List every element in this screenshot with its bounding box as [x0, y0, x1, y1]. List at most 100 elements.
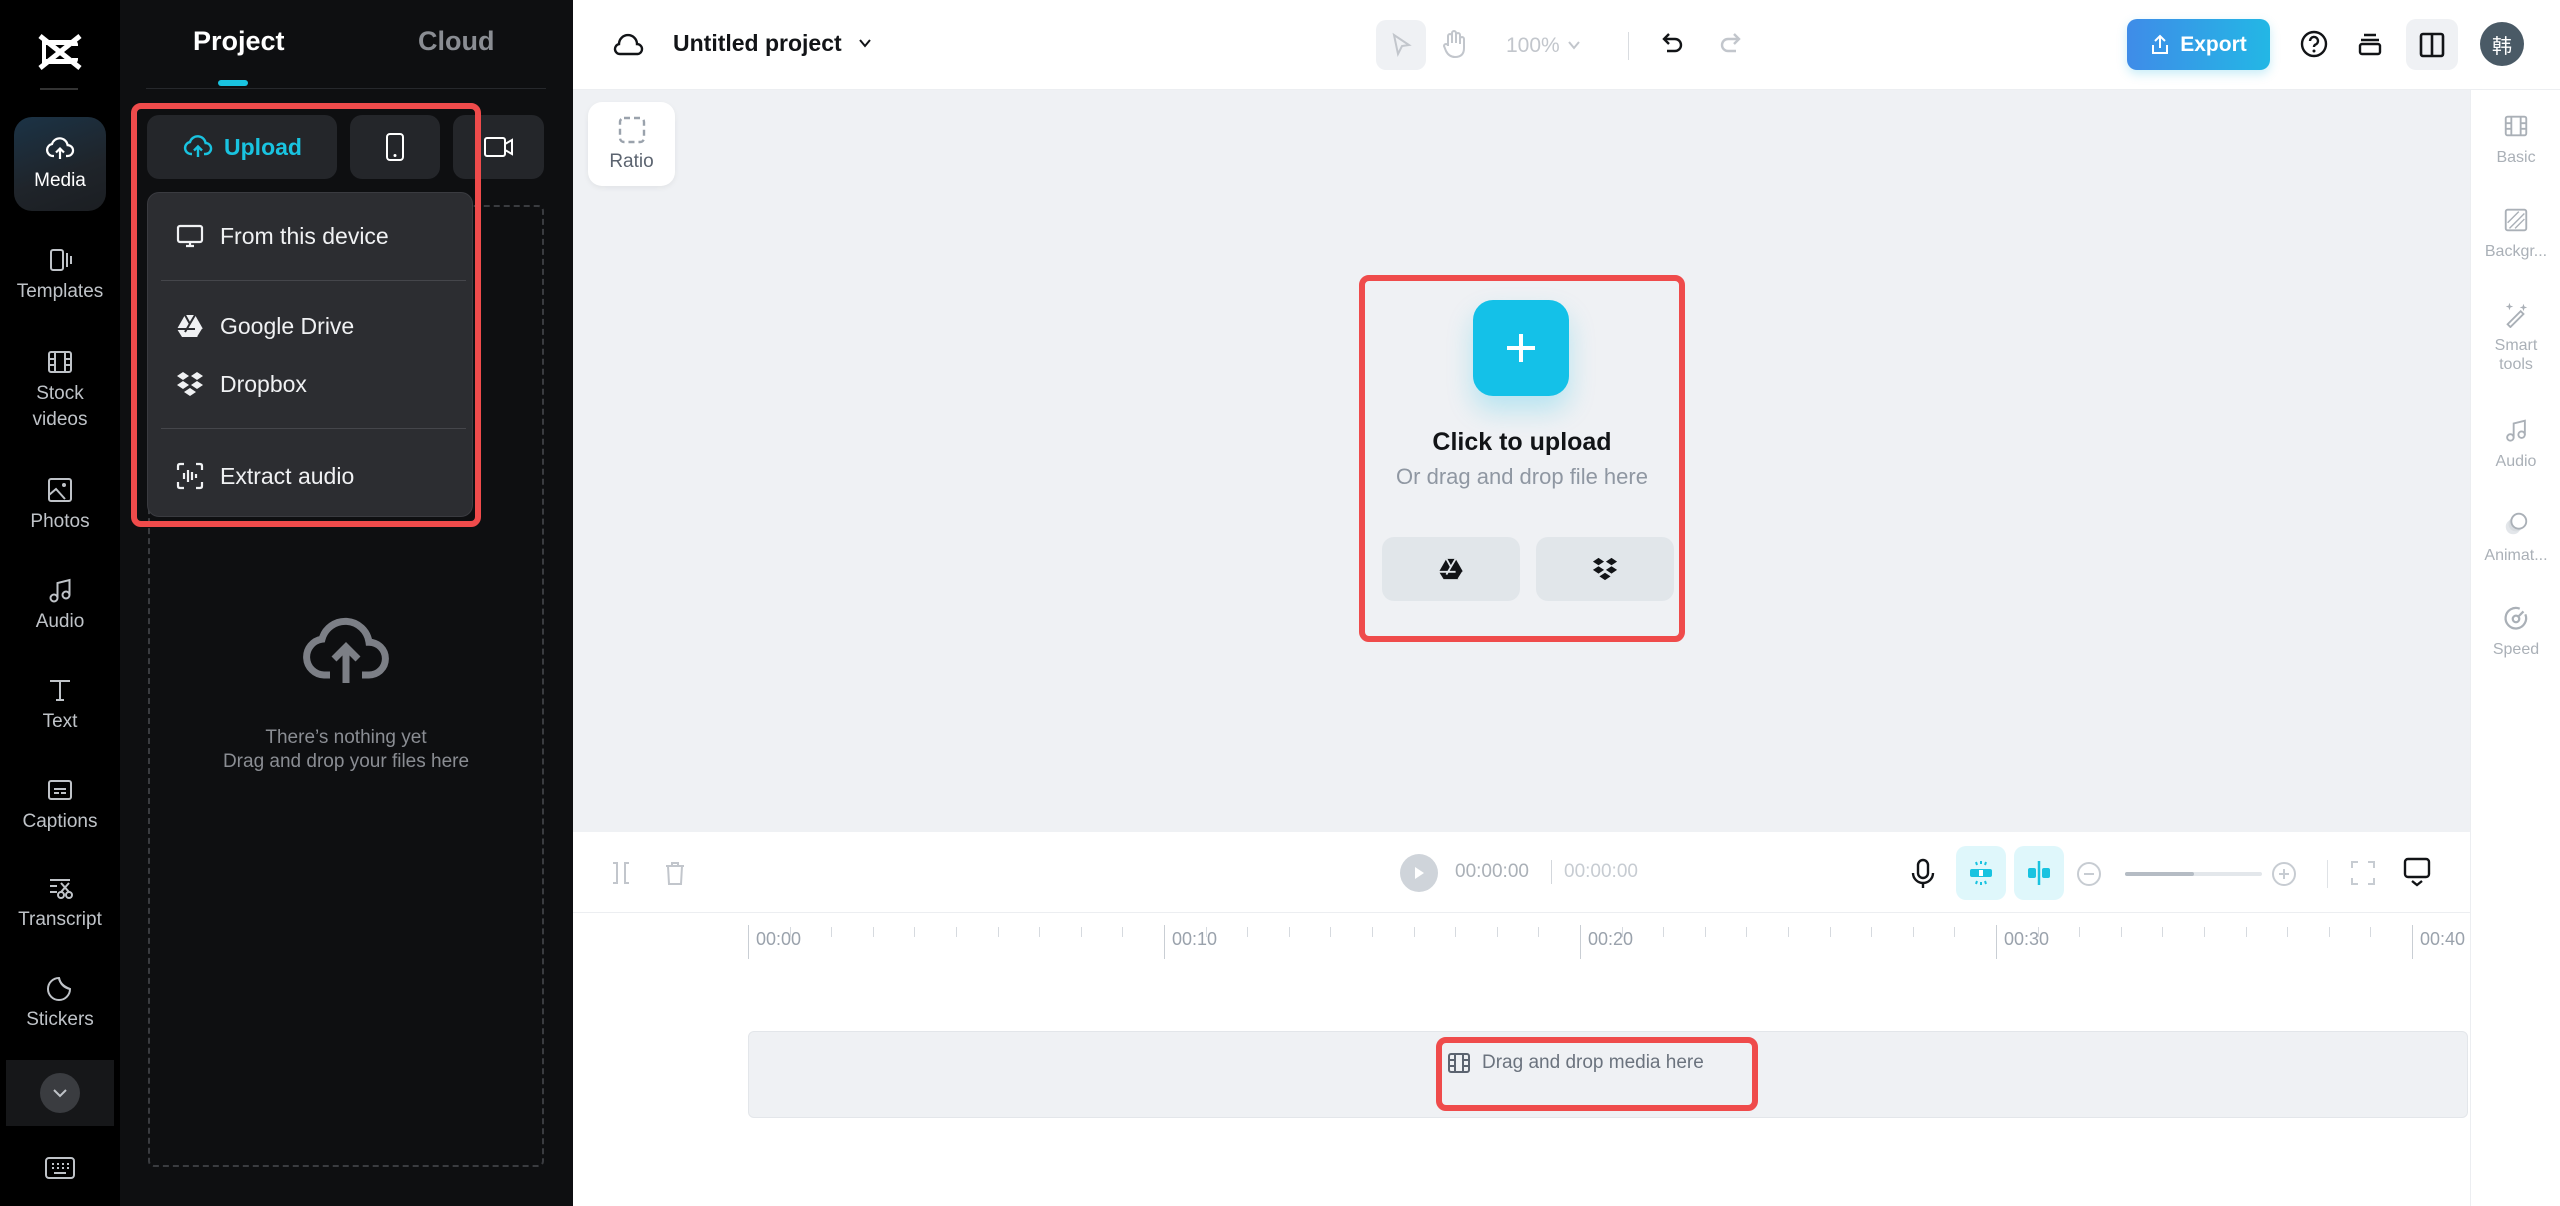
tab-cloud[interactable]: Cloud	[418, 26, 494, 57]
nav-item-stock-videos[interactable]: Stock videos	[14, 345, 106, 435]
record-button[interactable]	[453, 115, 544, 179]
ruler-label: 00:40	[2420, 929, 2466, 949]
nav-item-captions[interactable]: Captions	[14, 770, 106, 840]
timeline-zoom-slider[interactable]	[2125, 872, 2262, 876]
ruler-minor-tick	[872, 927, 874, 937]
track-drop-hint[interactable]: Drag and drop media here	[1448, 1035, 1704, 1091]
nav-item-media[interactable]: Media	[14, 117, 106, 211]
tab-project[interactable]: Project	[193, 26, 285, 57]
layers-icon[interactable]	[2355, 29, 2385, 59]
select-tool-button[interactable]	[1376, 20, 1426, 70]
google-drive-button[interactable]	[1382, 537, 1520, 601]
ruler-minor-tick	[1829, 927, 1831, 937]
export-button[interactable]: Export	[2127, 19, 2270, 70]
prop-tab-background[interactable]: Backgr...	[2471, 206, 2560, 261]
menu-item-extract-audio[interactable]: Extract audio	[148, 451, 472, 501]
menu-item-google-drive[interactable]: Google Drive	[148, 301, 472, 351]
upload-card[interactable]: Click to upload Or drag and drop file he…	[1365, 280, 1679, 624]
nav-item-transcript[interactable]: Transcript	[14, 868, 106, 938]
upload-button[interactable]: Upload	[147, 115, 337, 179]
ruler-minor-tick	[789, 927, 791, 937]
nav-label: Transcript	[18, 909, 102, 930]
dropbox-button[interactable]	[1536, 537, 1674, 601]
ruler-label: 00:00	[756, 929, 802, 949]
magnet-snap-icon	[1970, 861, 1992, 885]
ruler-minor-tick	[1704, 927, 1706, 937]
ruler-label: 00:10	[1172, 929, 1218, 949]
play-icon	[1415, 867, 1424, 879]
film-icon	[48, 351, 72, 373]
link-tracks-toggle[interactable]	[2014, 846, 2064, 900]
cloud-upload-icon	[303, 617, 389, 683]
video-camera-icon	[483, 137, 513, 157]
zoom-level[interactable]: 100%	[1506, 34, 1560, 58]
ruler-major-tick	[1580, 925, 1581, 959]
nav-item-stickers[interactable]: Stickers	[14, 968, 106, 1038]
zoom-in-icon[interactable]	[2270, 860, 2298, 888]
capcut-logo-icon[interactable]	[36, 32, 84, 72]
user-avatar[interactable]: 韩	[2480, 22, 2524, 66]
menu-divider	[161, 280, 466, 281]
microphone-icon[interactable]	[1909, 858, 1937, 890]
nav-item-text[interactable]: Text	[14, 670, 106, 740]
ruler-minor-tick	[2037, 927, 2039, 937]
extract-audio-icon	[176, 462, 204, 490]
undo-icon[interactable]	[1659, 30, 1687, 58]
film-icon	[2504, 115, 2528, 137]
properties-panel: Basic Backgr... Smart tools Audio Animat…	[2470, 90, 2560, 1206]
auto-snap-toggle[interactable]	[1956, 846, 2006, 900]
ruler-label: 00:20	[1588, 929, 1634, 949]
timeline-tracks: Drag and drop media here	[573, 973, 2470, 1206]
nav-item-photos[interactable]: Photos	[14, 470, 106, 540]
nav-item-templates[interactable]: Templates	[14, 240, 106, 310]
image-icon	[48, 478, 72, 502]
prop-tab-basic[interactable]: Basic	[2471, 112, 2560, 167]
menu-item-from-this-device[interactable]: From this device	[148, 211, 472, 261]
trash-icon[interactable]	[663, 859, 687, 887]
upload-card-title: Click to upload	[1432, 428, 1612, 456]
preview-canvas: Ratio Click to upload Or drag and drop f…	[573, 90, 2470, 832]
phone-upload-button[interactable]	[350, 115, 440, 179]
hand-icon[interactable]	[1439, 28, 1469, 60]
templates-icon	[50, 249, 72, 271]
keyboard-icon[interactable]	[44, 1156, 76, 1180]
ruler-minor-tick	[1538, 927, 1540, 937]
cloud-sync-icon[interactable]	[613, 30, 645, 58]
prop-tab-smart-tools[interactable]: Smart tools	[2471, 300, 2560, 374]
left-nav: Media Templates Stock videos Photos Audi…	[0, 0, 120, 1206]
menu-item-dropbox[interactable]: Dropbox	[148, 359, 472, 409]
sticker-icon	[47, 976, 72, 1001]
play-button[interactable]	[1400, 854, 1438, 892]
chevron-down-icon[interactable]	[856, 34, 874, 52]
ruler-minor-tick	[1954, 927, 1956, 937]
ruler-minor-tick	[956, 927, 957, 937]
ruler-minor-tick	[2328, 927, 2330, 937]
chevron-down-icon[interactable]	[1566, 38, 1582, 52]
chevron-down-icon	[53, 1089, 67, 1098]
prop-tab-animation[interactable]: Animat...	[2471, 510, 2560, 565]
upload-button-label: Upload	[224, 133, 302, 160]
ruler-major-tick	[748, 925, 749, 959]
nav-label: Captions	[22, 811, 98, 832]
prop-tab-speed[interactable]: Speed	[2471, 604, 2560, 659]
fit-screen-icon[interactable]	[2350, 860, 2376, 886]
nav-item-audio[interactable]: Audio	[14, 570, 106, 640]
add-media-button[interactable]	[1473, 300, 1569, 396]
nav-more-button[interactable]	[6, 1060, 114, 1126]
preview-monitor-icon[interactable]	[2402, 856, 2432, 888]
film-icon	[1448, 1053, 1470, 1073]
ruler-minor-tick	[1205, 927, 1207, 937]
help-icon[interactable]	[2299, 29, 2329, 59]
aspect-ratio-icon	[618, 116, 645, 144]
project-title[interactable]: Untitled project	[673, 30, 842, 57]
redo-icon[interactable]	[1716, 30, 1744, 58]
ruler-minor-tick	[1663, 927, 1665, 937]
split-icon[interactable]	[609, 860, 633, 886]
prop-tab-audio[interactable]: Audio	[2471, 416, 2560, 471]
dropbox-icon	[177, 372, 203, 396]
layout-toggle-button[interactable]	[2406, 19, 2458, 70]
zoom-out-icon[interactable]	[2075, 860, 2103, 888]
timeline-ruler[interactable]: 00:00 00:10 00:20 00:30 00:40	[573, 913, 2470, 973]
ruler-minor-tick	[2079, 927, 2081, 937]
ratio-button[interactable]: Ratio	[588, 102, 675, 186]
